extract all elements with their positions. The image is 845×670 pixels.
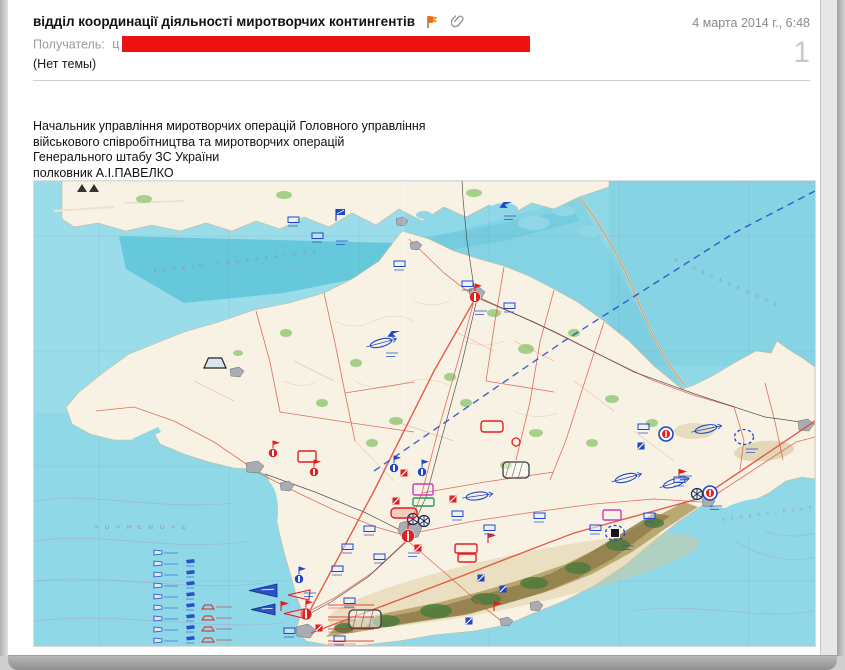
body-line: Начальник управління миротворчих операці…: [33, 119, 426, 135]
window-right-edge: [837, 0, 845, 656]
email-viewer-window: { "email": { "subject": "відділ координа…: [0, 0, 845, 670]
header-divider: [33, 80, 810, 81]
window-left-edge: [0, 0, 8, 656]
recipient-label: Получатель:: [33, 37, 105, 51]
no-subject-label: (Нет темы): [33, 57, 96, 71]
window-bottom-bar: [8, 655, 837, 670]
attached-map-image[interactable]: К А Р К І Н І Т С Ь К А З А Т О К АЧ О Р…: [33, 180, 816, 647]
recipient-fragment: ц: [112, 37, 119, 51]
scrollbar-track[interactable]: [820, 0, 837, 656]
redaction-bar: [122, 36, 530, 52]
crimea-topographic-map: К А Р К І Н І Т С Ь К А З А Т О К АЧ О Р…: [34, 181, 815, 646]
svg-text:Ч О Р Н Е М О Р Е: Ч О Р Н Е М О Р Е: [94, 525, 189, 531]
email-content-page: відділ координації діяльності миротворчи…: [8, 0, 820, 656]
body-line: полковник А.І.ПАВЕЛКО: [33, 166, 426, 182]
email-body: Начальник управління миротворчих операці…: [33, 119, 426, 181]
email-date: 4 марта 2014 г., 6:48: [692, 16, 810, 30]
paperclip-icon: [451, 14, 465, 29]
body-line: Генерального штабу ЗС України: [33, 150, 426, 166]
message-count: 1: [793, 36, 810, 70]
recipient-row: Получатель: ц: [33, 37, 530, 53]
email-subject: відділ координації діяльності миротворчи…: [33, 14, 415, 29]
body-line: військового співробітництва та миротворч…: [33, 135, 426, 151]
flag-icon: [425, 14, 440, 29]
